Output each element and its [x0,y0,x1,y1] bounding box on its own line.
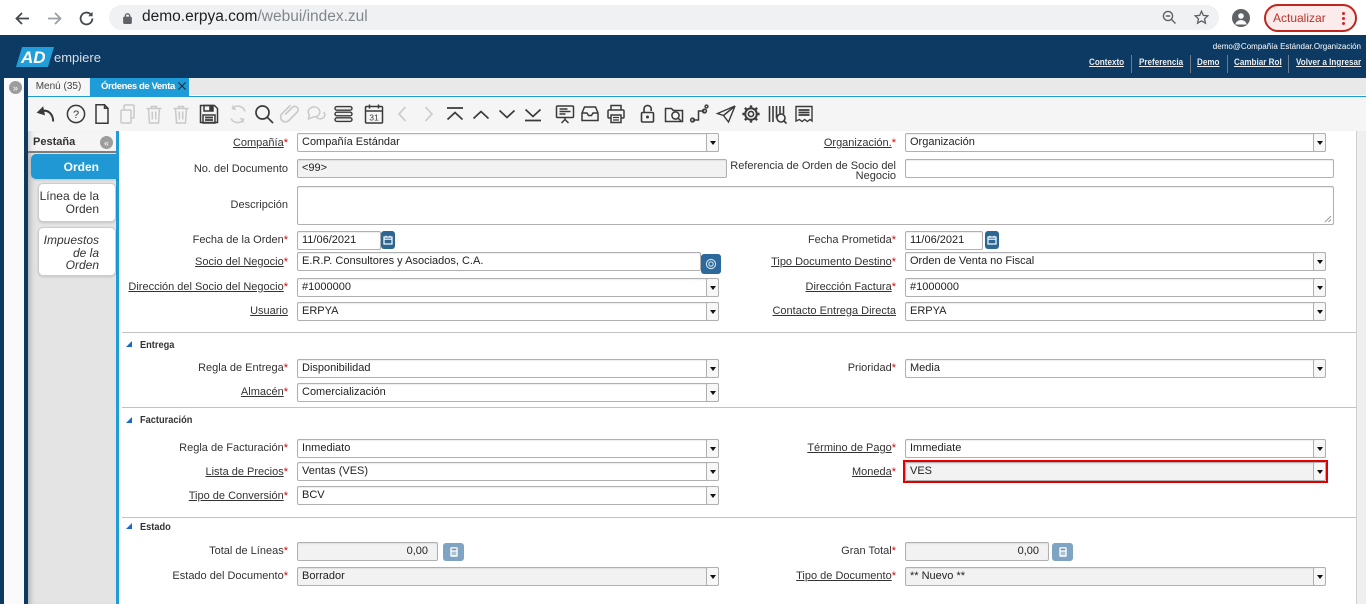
svg-text:?: ? [73,109,79,121]
svg-text:31: 31 [369,113,379,123]
